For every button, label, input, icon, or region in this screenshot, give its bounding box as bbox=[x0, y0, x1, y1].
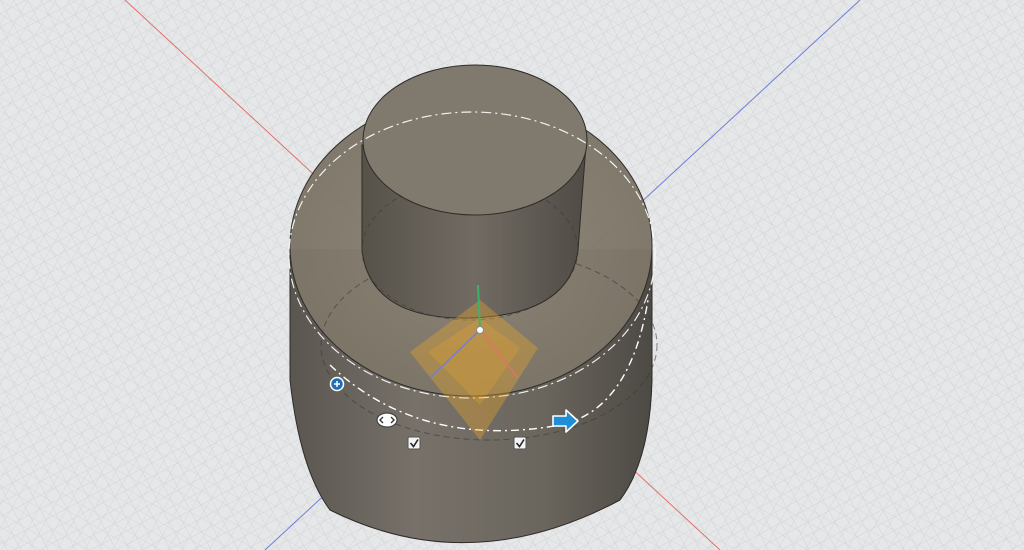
scene-canvas[interactable] bbox=[0, 0, 1024, 550]
checkbox-right[interactable] bbox=[513, 436, 527, 450]
rotate-handle-icon[interactable] bbox=[376, 412, 398, 428]
3d-viewport[interactable] bbox=[0, 0, 1024, 550]
checkbox-left[interactable] bbox=[407, 436, 421, 450]
scale-handle-icon[interactable] bbox=[329, 376, 345, 392]
cylinder-neck[interactable] bbox=[361, 64, 588, 321]
